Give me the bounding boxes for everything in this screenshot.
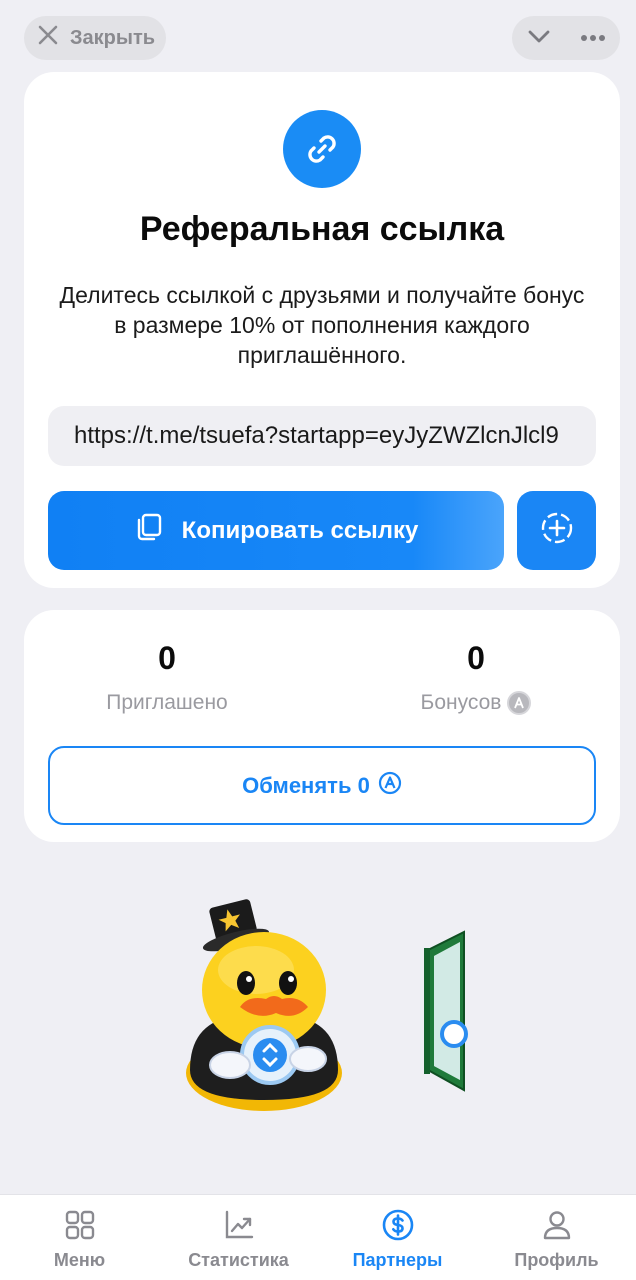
referral-card: Реферальная ссылка Делитесь ссылкой с др… (24, 72, 620, 588)
chart-icon (223, 1209, 255, 1246)
copy-icon (134, 512, 164, 549)
bottom-nav: Меню Статистика Партнеры Профиль (0, 1194, 636, 1280)
close-button[interactable]: Закрыть (24, 16, 166, 60)
nav-item-partners[interactable]: Партнеры (318, 1195, 477, 1280)
nav-label-profile: Профиль (514, 1250, 599, 1270)
nav-item-statistics[interactable]: Статистика (159, 1195, 318, 1280)
door-sticker (420, 930, 472, 1092)
nav-item-menu[interactable]: Меню (0, 1195, 159, 1280)
add-link-button[interactable] (517, 491, 596, 570)
invited-stat: 0 Приглашено (67, 640, 267, 715)
close-icon (36, 23, 60, 53)
add-circle-icon (539, 510, 575, 551)
exchange-label: Обменять 0 (242, 772, 370, 798)
bonus-stat: 0 Бонусов (376, 640, 576, 715)
referral-title: Реферальная ссылка (139, 210, 505, 248)
link-icon (283, 110, 361, 188)
coin-icon (378, 771, 402, 801)
bonus-label: Бонусов (420, 691, 502, 714)
partners-page: Закрыть Реферальная ссылка Делитесь ссыл… (0, 0, 636, 1280)
nav-label-statistics: Статистика (188, 1250, 289, 1270)
coin-icon (507, 691, 532, 715)
bonus-value: 0 (467, 640, 485, 676)
nav-label-partners: Партнеры (352, 1250, 443, 1270)
top-right-controls (512, 16, 620, 60)
profile-icon (541, 1209, 573, 1246)
referral-description: Делитесь ссылкой с друзьями и получайте … (59, 282, 585, 368)
grid-icon (64, 1209, 96, 1246)
copy-link-button[interactable]: Копировать ссылку (48, 491, 504, 570)
invited-value: 0 (158, 640, 176, 676)
dollar-icon (382, 1209, 414, 1246)
duck-sticker (178, 895, 350, 1115)
top-bar: Закрыть (24, 16, 620, 60)
referral-link-text: https://t.me/tsuefa?startapp=eyJyZWZlcnJ… (74, 422, 559, 449)
nav-item-profile[interactable]: Профиль (477, 1195, 636, 1280)
copy-link-label: Копировать ссылку (181, 516, 419, 544)
exchange-button[interactable]: Обменять 0 (48, 746, 596, 825)
chevron-down-icon[interactable] (526, 23, 552, 54)
nav-label-menu: Меню (53, 1250, 106, 1270)
referral-link-field[interactable]: https://t.me/tsuefa?startapp=eyJyZWZlcnJ… (48, 406, 596, 466)
stats-card: 0 Приглашено 0 Бонусов Обменять 0 (24, 610, 620, 842)
more-dots-icon[interactable] (580, 29, 606, 47)
close-label: Закрыть (70, 26, 156, 49)
invited-label: Приглашено (106, 691, 228, 714)
